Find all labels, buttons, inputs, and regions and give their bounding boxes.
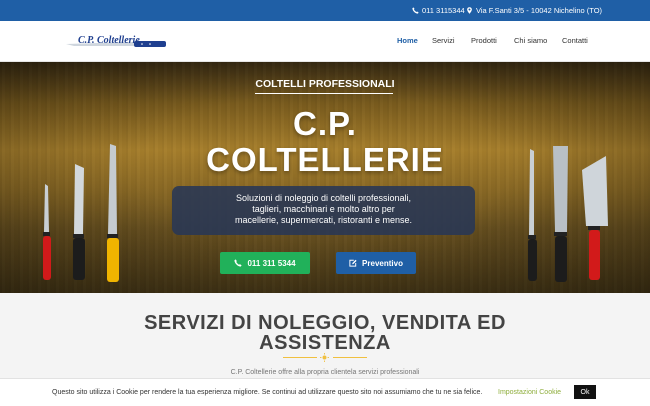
knife-image-1 — [43, 184, 51, 280]
cookie-ok-button[interactable]: Ok — [574, 385, 596, 399]
edit-icon — [349, 259, 357, 267]
hero-banner: COLTELLI PROFESSIONALI C.P. COLTELLERIE … — [0, 62, 650, 293]
nav-home[interactable]: Home — [397, 36, 418, 45]
services-intro: C.P. Coltellerie offre alla propria clie… — [230, 369, 420, 376]
hero-description-line2: taglieri, macchinari e molto altro per — [252, 204, 395, 214]
top-info-bar: 011 3115344 Via F.Santi 3/5 - 10042 Nich… — [0, 0, 650, 21]
hero-title-line2: COLTELLERIE — [206, 141, 444, 178]
hero-kicker: COLTELLI PROFESSIONALI — [255, 78, 395, 90]
quote-button[interactable]: Preventivo — [336, 252, 416, 274]
phone-icon — [234, 259, 243, 267]
cookie-bar: Questo sito utilizza i Cookie per render… — [0, 378, 650, 406]
nav-contatti[interactable]: Contatti — [562, 36, 588, 45]
separator-left — [283, 357, 317, 358]
hero-description-line1: Soluzioni di noleggio di coltelli profes… — [235, 193, 412, 203]
hero-title-line1: C.P. — [293, 105, 357, 142]
site-logo[interactable]: C.P. Coltellerie — [64, 33, 168, 49]
hero-description-line3: macellerie, supermercati, ristoranti e m… — [234, 215, 413, 225]
topbar-address: Via F.Santi 3/5 - 10042 Nichelino (TO) — [466, 6, 602, 15]
map-pin-icon — [467, 7, 472, 14]
knife-image-2 — [73, 164, 85, 280]
services-title-line2: ASSISTENZA — [259, 332, 391, 354]
svg-text:C.P. Coltellerie: C.P. Coltellerie — [78, 35, 140, 46]
topbar-phone[interactable]: 011 3115344 — [412, 6, 465, 15]
sun-icon — [320, 353, 329, 362]
cookie-settings-link[interactable]: Impostazioni Cookie — [498, 389, 561, 396]
nav-chi-siamo[interactable]: Chi siamo — [514, 36, 547, 45]
topbar-address-text: Via F.Santi 3/5 - 10042 Nichelino (TO) — [476, 6, 603, 15]
nav-servizi[interactable]: Servizi — [432, 36, 455, 45]
call-button-label: 011 311 5344 — [247, 258, 296, 268]
nav-prodotti[interactable]: Prodotti — [471, 36, 497, 45]
call-button[interactable]: 011 311 5344 — [220, 252, 310, 274]
site-header: C.P. Coltellerie Home Servizi Prodotti C… — [0, 21, 650, 62]
cookie-message: Questo sito utilizza i Cookie per render… — [52, 389, 483, 396]
services-title-line1: SERVIZI DI NOLEGGIO, VENDITA ED — [144, 312, 506, 334]
phone-icon — [412, 7, 419, 14]
quote-button-label: Preventivo — [362, 258, 403, 268]
separator-right — [333, 357, 367, 358]
kicker-underline — [255, 93, 393, 94]
topbar-phone-text: 011 3115344 — [422, 6, 465, 15]
